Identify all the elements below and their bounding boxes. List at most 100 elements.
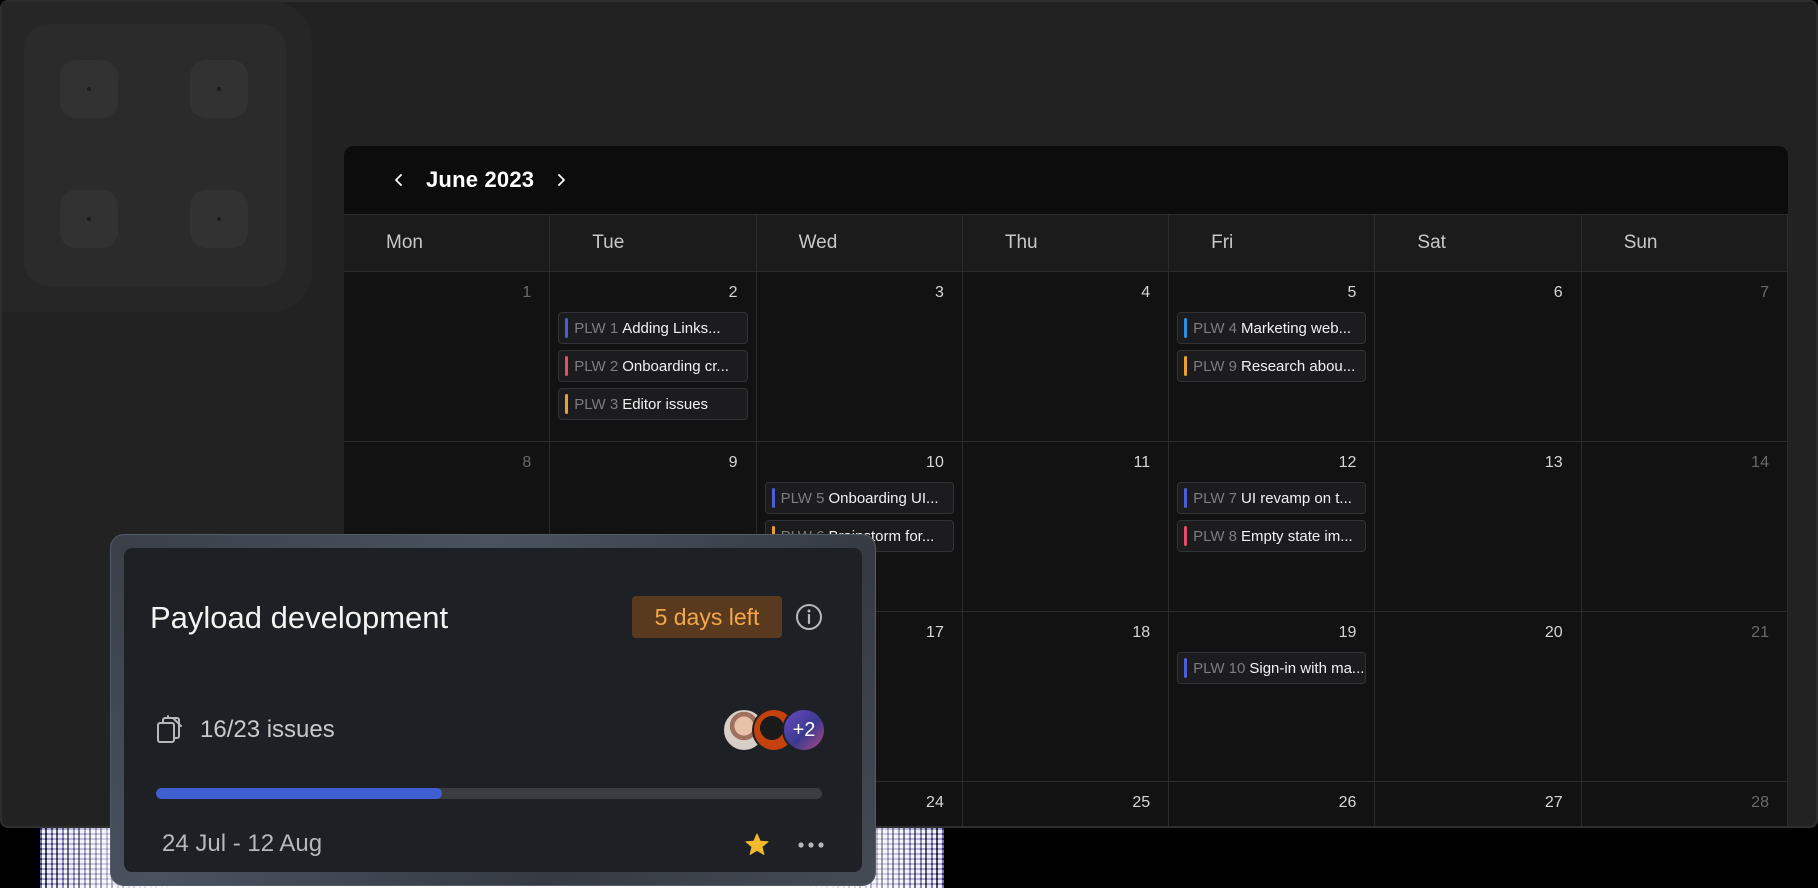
event-code: PLW 9 [1193, 357, 1238, 375]
calendar-day-cell[interactable]: 19 PLW 10 Sign-in with ma... [1169, 612, 1376, 781]
calendar-day-cell[interactable]: 18 [963, 612, 1170, 781]
calendar-day-cell[interactable]: 6 [1375, 272, 1582, 441]
calendar-day-cell[interactable]: 5 PLW 4 Marketing web... PLW 9 Research abou… [1169, 272, 1376, 441]
event-code: PLW 1 [574, 319, 619, 337]
event-code: PLW 3 [574, 395, 619, 413]
event-title: Research abou... [1241, 357, 1356, 375]
calendar-day-cell[interactable]: 28 [1582, 782, 1788, 826]
event-color-bar [565, 318, 569, 338]
event-code: PLW 4 [1193, 319, 1238, 337]
day-number: 20 [1544, 624, 1563, 641]
weekday-label: Tue [550, 215, 757, 271]
app-logo [24, 24, 286, 286]
progress-bar [156, 788, 822, 799]
cycle-card[interactable]: Payload development 5 days left 16/23 is… [124, 548, 862, 872]
event-code: PLW 7 [1193, 489, 1238, 507]
calendar-day-cell[interactable]: 7 [1582, 272, 1788, 441]
calendar-event[interactable]: PLW 5 Onboarding UI... [764, 482, 954, 514]
event-title: Onboarding UI... [828, 489, 939, 507]
day-number: 28 [1751, 794, 1769, 811]
event-color-bar [1184, 488, 1188, 508]
event-code: PLW 2 [574, 357, 619, 375]
logo-dot [60, 190, 118, 248]
progress-fill [156, 788, 443, 799]
weekday-label: Fri [1169, 215, 1376, 271]
weekday-label: Wed [757, 215, 963, 271]
calendar-week-row: 1 2 PLW 1 Adding Links... PLW 2 Onboarding cr… [344, 272, 1788, 442]
member-avatars[interactable]: +2 [722, 708, 832, 752]
month-title: June 2023 [426, 167, 535, 192]
event-color-bar [1184, 318, 1188, 338]
day-number: 19 [1338, 624, 1357, 641]
app-logo-backdrop [2, 2, 312, 312]
event-code: PLW 10 [1193, 659, 1246, 677]
day-number: 6 [1553, 284, 1563, 301]
day-number: 7 [1760, 284, 1769, 301]
weekday-header-row: Mon Tue Wed Thu Fri Sat Sun [344, 214, 1788, 272]
event-title: Empty state im... [1241, 527, 1353, 545]
calendar-day-cell[interactable]: 12 PLW 7 UI revamp on t... PLW 8 Empty state… [1169, 442, 1376, 611]
day-number: 11 [1133, 454, 1151, 471]
calendar-event[interactable]: PLW 10 Sign-in with ma... [1177, 652, 1367, 684]
event-title: UI revamp on t... [1241, 489, 1352, 507]
event-code: PLW 8 [1193, 527, 1238, 545]
issues-count: 16/23 issues [200, 716, 335, 743]
calendar-event[interactable]: PLW 8 Empty state im... [1177, 520, 1367, 552]
day-number: 27 [1544, 794, 1563, 811]
day-number: 3 [934, 284, 944, 301]
star-icon[interactable] [744, 832, 770, 858]
calendar-event[interactable]: PLW 7 UI revamp on t... [1177, 482, 1367, 514]
event-color-bar [565, 356, 569, 376]
day-number: 1 [522, 284, 532, 301]
day-number: 18 [1132, 624, 1151, 641]
avatar-overflow-count: +2 [782, 708, 826, 752]
calendar-day-cell[interactable]: 1 [344, 272, 551, 441]
day-number: 25 [1132, 794, 1151, 811]
day-number: 10 [926, 454, 944, 471]
day-number: 12 [1338, 454, 1357, 471]
calendar-event[interactable]: PLW 1 Adding Links... [558, 312, 748, 344]
day-number: 13 [1544, 454, 1563, 471]
weekday-label: Mon [344, 215, 551, 271]
days-left-badge: 5 days left [632, 596, 782, 638]
calendar-day-cell[interactable]: 27 [1375, 782, 1582, 826]
calendar-day-cell[interactable]: 26 [1169, 782, 1376, 826]
calendar-day-cell[interactable]: 4 [963, 272, 1170, 441]
more-options-icon[interactable] [796, 834, 826, 856]
calendar-day-cell[interactable]: 13 [1375, 442, 1582, 611]
event-color-bar [771, 488, 775, 508]
event-title: Marketing web... [1241, 319, 1352, 337]
info-icon[interactable] [794, 602, 824, 632]
calendar-day-cell[interactable]: 11 [963, 442, 1170, 611]
issues-icon [157, 715, 182, 743]
chevron-left-icon [395, 174, 402, 186]
cycle-date-range: 24 Jul - 12 Aug [162, 830, 323, 857]
cycle-card-frame: Payload development 5 days left 16/23 is… [110, 534, 876, 886]
event-title: Sign-in with ma... [1249, 659, 1365, 677]
prev-month-button[interactable] [388, 169, 410, 191]
calendar-event[interactable]: PLW 9 Research abou... [1177, 350, 1367, 382]
event-color-bar [1184, 356, 1188, 376]
event-title: Onboarding cr... [622, 357, 729, 375]
chevron-right-icon [558, 174, 566, 186]
logo-dot [190, 60, 248, 118]
calendar-day-cell[interactable]: 25 [963, 782, 1170, 826]
calendar-event[interactable]: PLW 3 Editor issues [558, 388, 748, 420]
day-number: 4 [1141, 284, 1151, 301]
calendar-day-cell[interactable]: 3 [757, 272, 963, 441]
calendar-day-cell[interactable]: 2 PLW 1 Adding Links... PLW 2 Onboarding cr.… [550, 272, 757, 441]
calendar-event[interactable]: PLW 4 Marketing web... [1177, 312, 1367, 344]
cycle-title: Payload development [150, 600, 449, 635]
event-title: Editor issues [622, 395, 709, 413]
calendar-day-cell[interactable]: 20 [1375, 612, 1582, 781]
day-number: 26 [1338, 794, 1357, 811]
next-month-button[interactable] [550, 169, 572, 191]
weekday-label: Thu [963, 215, 1170, 271]
weekday-label: Sun [1582, 215, 1788, 271]
day-number: 9 [728, 454, 738, 471]
calendar-event[interactable]: PLW 2 Onboarding cr... [558, 350, 748, 382]
calendar-day-cell[interactable]: 14 [1582, 442, 1788, 611]
weekday-label: Sat [1375, 215, 1582, 271]
event-color-bar [1184, 658, 1188, 678]
calendar-day-cell[interactable]: 21 [1582, 612, 1788, 781]
